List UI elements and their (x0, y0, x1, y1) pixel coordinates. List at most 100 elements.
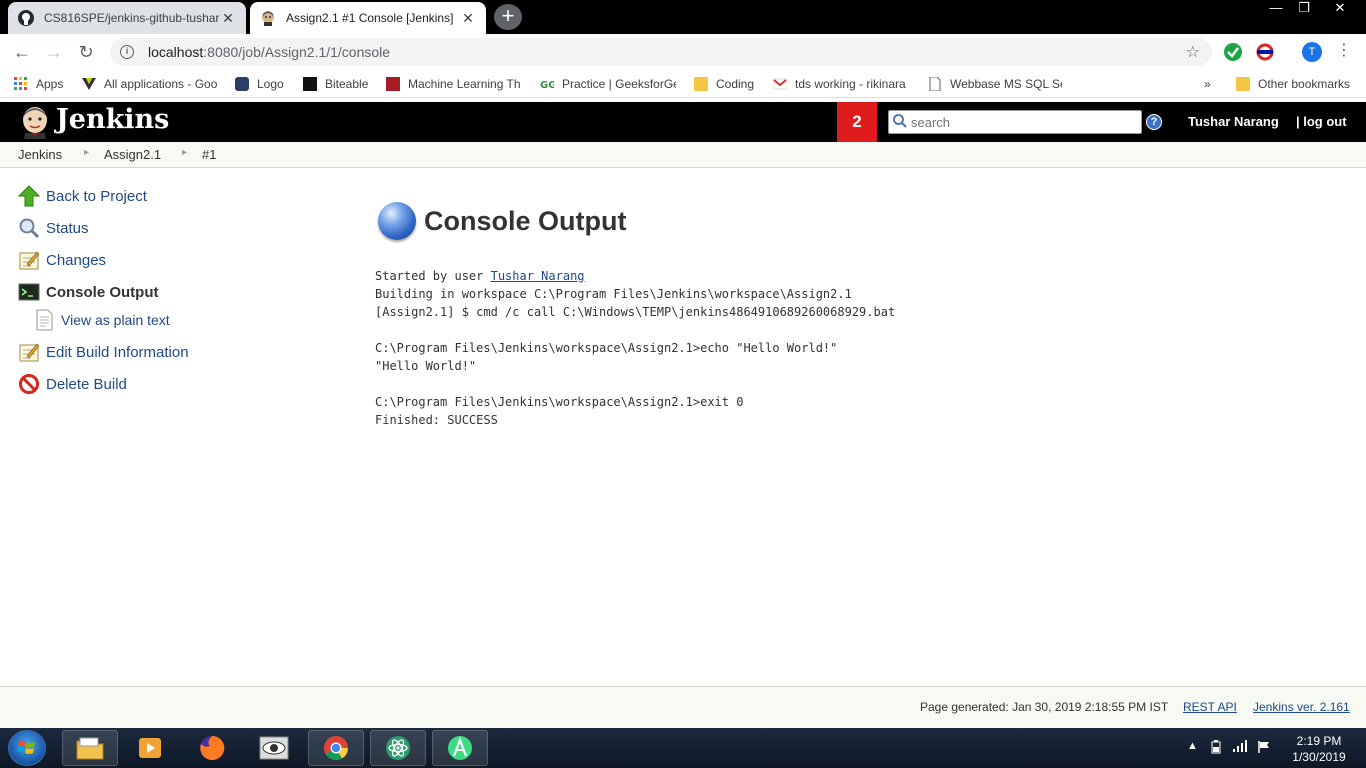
biteable-icon (303, 77, 317, 91)
profile-avatar[interactable]: T (1302, 42, 1322, 62)
breadcrumb: Jenkins ▸ Assign2.1 ▸ #1 (0, 142, 1366, 168)
url-host: localhost (148, 44, 204, 60)
jenkins-favicon-icon (260, 10, 276, 26)
action-center-flag-icon[interactable] (1257, 740, 1271, 757)
bookmark-webbase-sql[interactable]: Webbase MS SQL Se (928, 75, 1062, 93)
page-heading: Console Output (378, 202, 626, 240)
task-edit-build-information[interactable]: Edit Build Information (18, 341, 189, 363)
apps-grid-icon (14, 77, 28, 91)
window-close-icon[interactable]: ✕ (1318, 0, 1362, 18)
forward-arrow-icon[interactable]: → (43, 41, 65, 63)
bookmark-apps[interactable]: Apps (14, 75, 70, 93)
page-generated-text: Page generated: Jan 30, 2019 2:18:55 PM … (920, 700, 1169, 714)
restore-icon[interactable]: ❐ (1290, 0, 1318, 18)
page-footer: Page generated: Jan 30, 2019 2:18:55 PM … (0, 686, 1366, 728)
task-status[interactable]: Status (18, 217, 89, 239)
build-status-ball-icon (378, 202, 416, 240)
jenkins-version-link[interactable]: Jenkins ver. 2.161 (1253, 700, 1350, 714)
bookmarks-overflow-button[interactable]: » (1204, 75, 1218, 93)
bookmark-logo[interactable]: Logo (235, 75, 290, 93)
search-icon (892, 113, 908, 132)
clock-date: 1/30/2019 (1292, 750, 1346, 764)
jenkins-logo-text[interactable]: Jenkins (56, 104, 169, 135)
bookmark-tds-working[interactable]: tds working - rikinara (773, 75, 911, 93)
close-tab-icon[interactable]: ✕ (220, 10, 236, 27)
task-back-to-project[interactable]: Back to Project (17, 185, 147, 207)
bookmark-biteable[interactable]: Biteable (303, 75, 373, 93)
tab-github[interactable]: CS816SPE/jenkins-github-tushar- ✕ (8, 2, 246, 34)
console-started-by: Started by user (375, 269, 491, 283)
bookmarks-bar: Apps All applications - Goo Logo Biteabl… (0, 70, 1366, 98)
search-box[interactable] (888, 110, 1142, 134)
start-button[interactable] (8, 730, 46, 766)
logout-link[interactable]: | log out (1296, 114, 1347, 129)
bookmark-star-icon[interactable]: ☆ (1186, 42, 1200, 62)
console-output-text: Started by user Tushar Narang Building i… (375, 267, 895, 429)
console-user-link[interactable]: Tushar Narang (491, 269, 585, 283)
tab-title: Assign2.1 #1 Console [Jenkins] (286, 11, 454, 25)
bookmark-other[interactable]: Other bookmarks (1236, 75, 1356, 93)
chrome-icon[interactable] (308, 730, 364, 766)
android-studio-icon[interactable] (432, 730, 488, 766)
extension-tube-icon[interactable] (1256, 43, 1274, 61)
tray-expand-icon[interactable]: ▲ (1187, 740, 1198, 752)
console-log-body: Building in workspace C:\Program Files\J… (375, 287, 896, 427)
info-icon[interactable]: i (120, 45, 134, 59)
bookmark-machine-learning[interactable]: Machine Learning Th (386, 75, 524, 93)
geeksforgeeks-icon: GG (540, 77, 556, 91)
up-arrow-icon (17, 185, 41, 207)
close-tab-icon[interactable]: ✕ (460, 10, 476, 27)
eye-app-icon[interactable] (246, 730, 302, 766)
folder-icon (1236, 77, 1250, 91)
no-entry-icon (18, 373, 40, 395)
v-logo-icon (82, 77, 96, 91)
notepad-icon (18, 341, 40, 363)
media-player-icon[interactable] (122, 730, 178, 766)
help-icon[interactable]: ? (1146, 114, 1162, 130)
url-path: :8080/job/Assign2.1/1/console (203, 44, 391, 60)
browser-tab-strip: CS816SPE/jenkins-github-tushar- ✕ Assign… (0, 0, 1366, 34)
task-changes[interactable]: Changes (18, 249, 106, 271)
breadcrumb-separator-icon: ▸ (182, 147, 188, 158)
reload-icon[interactable]: ↻ (75, 41, 97, 63)
search-input[interactable] (911, 114, 1136, 130)
gmail-icon (773, 77, 788, 91)
extension-check-icon[interactable] (1224, 43, 1242, 61)
notepad-icon (18, 249, 40, 271)
battery-icon[interactable] (1211, 740, 1221, 757)
jenkins-butler-icon[interactable] (18, 105, 52, 139)
minimize-icon[interactable]: — (1262, 0, 1290, 18)
terminal-icon (18, 281, 40, 303)
clock-time: 2:19 PM (1296, 734, 1342, 748)
signal-icon[interactable] (1233, 740, 1249, 755)
magnifier-icon (18, 217, 40, 239)
breadcrumb-build[interactable]: #1 (202, 147, 216, 162)
new-tab-button[interactable]: + (494, 4, 522, 30)
atom-editor-icon[interactable] (370, 730, 426, 766)
rest-api-link[interactable]: REST API (1183, 700, 1237, 714)
address-bar[interactable]: i localhost:8080/job/Assign2.1/1/console… (110, 38, 1212, 66)
page-title: Console Output (424, 205, 627, 236)
firefox-icon[interactable] (184, 730, 240, 766)
back-arrow-icon[interactable]: ← (11, 41, 33, 63)
taskbar-clock[interactable]: 2:19 PM 1/30/2019 (1284, 733, 1354, 765)
svg-text:GG: GG (540, 80, 554, 91)
task-view-plain-text[interactable]: View as plain text (33, 309, 170, 331)
tab-title: CS816SPE/jenkins-github-tushar- (44, 11, 220, 25)
document-icon (33, 309, 55, 331)
breadcrumb-job[interactable]: Assign2.1 (104, 147, 161, 162)
task-delete-build[interactable]: Delete Build (18, 373, 127, 395)
menu-kebab-icon[interactable]: ⋮ (1336, 42, 1352, 60)
breadcrumb-jenkins[interactable]: Jenkins (18, 147, 62, 162)
windows-taskbar: ▲ 2:19 PM 1/30/2019 (0, 728, 1366, 768)
bookmark-geeksforgeeks[interactable]: GG Practice | GeeksforGe (540, 75, 676, 93)
breadcrumb-separator-icon: ▸ (84, 147, 90, 158)
folder-icon (694, 77, 708, 91)
file-explorer-icon[interactable] (62, 730, 118, 766)
bookmark-coding[interactable]: Coding (694, 75, 758, 93)
tab-jenkins-console[interactable]: Assign2.1 #1 Console [Jenkins] ✕ (250, 2, 486, 34)
user-link[interactable]: Tushar Narang (1188, 114, 1279, 129)
notification-badge[interactable]: 2 (837, 102, 877, 142)
task-console-output[interactable]: Console Output (18, 281, 159, 303)
bookmark-all-applications[interactable]: All applications - Goo (82, 75, 218, 93)
